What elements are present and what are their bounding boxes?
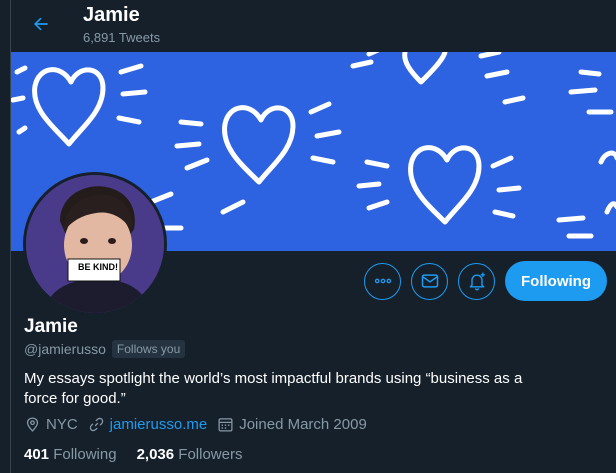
profile-page: Jamie 6,891 Tweets BE KIND! Following Ja… — [10, 0, 616, 473]
back-arrow-icon — [34, 17, 48, 31]
back-button[interactable] — [27, 10, 55, 38]
profile-avatar[interactable]: BE KIND! — [23, 172, 167, 316]
bell-plus-icon — [469, 272, 485, 291]
joined-text: Joined March 2009 — [239, 416, 367, 433]
joined-item: Joined March 2009 — [217, 416, 367, 433]
tweet-count: 6,891 Tweets — [83, 30, 161, 45]
location-item: NYC — [24, 416, 78, 433]
followers-label: Followers — [178, 446, 243, 463]
followers-count: 2,036 — [136, 446, 175, 463]
profile-handle: @jamierusso — [24, 341, 106, 357]
avatar-photo — [26, 175, 164, 313]
calendar-icon — [218, 418, 233, 432]
following-button[interactable]: Following — [505, 261, 607, 301]
followers-stat[interactable]: 2,036 Followers — [137, 446, 243, 463]
more-icon — [374, 278, 391, 284]
following-count: 401 — [24, 446, 50, 463]
website-item: jamierusso.me — [88, 416, 208, 433]
profile-stats: 401 Following 2,036 Followers — [24, 446, 242, 463]
header-name: Jamie — [83, 4, 140, 26]
message-button[interactable] — [411, 262, 448, 300]
profile-meta: NYC jamierusso.me Joined March 2009 — [24, 416, 367, 433]
following-label: Following — [53, 446, 117, 463]
notify-button[interactable] — [458, 262, 495, 300]
location-text: NYC — [46, 416, 78, 433]
following-stat[interactable]: 401 Following — [24, 446, 117, 463]
website-link[interactable]: jamierusso.me — [110, 416, 208, 433]
follows-you-badge: Follows you — [111, 340, 186, 358]
avatar-illustration — [26, 175, 164, 313]
location-pin-icon — [26, 417, 39, 432]
mail-icon — [421, 274, 438, 288]
avatar-sign-text: BE KIND! — [78, 262, 118, 272]
profile-bio: My essays spotlight the world’s most imp… — [24, 370, 523, 407]
link-icon — [89, 417, 103, 432]
handle-row: @jamierusso Follows you — [24, 340, 186, 358]
top-bar: Jamie 6,891 Tweets — [11, 0, 616, 52]
profile-name: Jamie — [24, 316, 78, 337]
profile-actions: Following — [364, 261, 607, 301]
more-button[interactable] — [364, 262, 401, 300]
